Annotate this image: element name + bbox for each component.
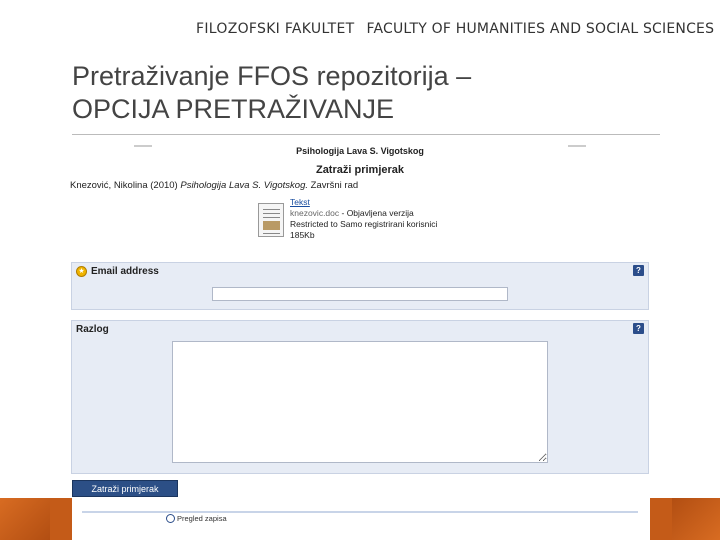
help-icon[interactable]: ? bbox=[633, 323, 644, 334]
repository-screenshot: Psihologija Lava S. Vigotskog Zatraži pr… bbox=[68, 138, 652, 538]
request-copy-button[interactable]: Zatraži primjerak bbox=[72, 480, 178, 497]
footer-divider bbox=[82, 511, 638, 513]
email-field[interactable] bbox=[212, 287, 508, 301]
decorative-corner-right-shade bbox=[672, 498, 720, 540]
view-record-label: Pregled zapisa bbox=[177, 514, 227, 523]
document-link[interactable]: Tekst bbox=[290, 197, 310, 207]
citation-title: Psihologija Lava S. Vigotskog. bbox=[180, 180, 308, 191]
citation-author: Knezović, Nikolina (2010) bbox=[70, 180, 181, 191]
email-panel: ★ Email address ? bbox=[71, 262, 649, 310]
brand-name-english: FACULTY OF HUMANITIES AND SOCIAL SCIENCE… bbox=[366, 21, 715, 37]
reason-panel: Razlog ? bbox=[71, 320, 649, 474]
reason-label: Razlog bbox=[76, 323, 109, 335]
document-info: Tekst knezovic.doc - Objavljena verzija … bbox=[290, 197, 437, 241]
email-label: Email address bbox=[91, 265, 159, 277]
help-icon[interactable]: ? bbox=[633, 265, 644, 276]
faculty-brand-header: FILOZOFSKI FAKULTET FACULTY OF HUMANITIE… bbox=[196, 16, 714, 42]
reason-panel-header: Razlog ? bbox=[72, 321, 648, 337]
required-star-icon: ★ bbox=[76, 265, 87, 277]
slide-title: Pretraživanje FFOS repozitorija – OPCIJA… bbox=[72, 60, 652, 126]
email-panel-header: ★ Email address ? bbox=[72, 263, 648, 279]
magnifier-icon bbox=[166, 514, 175, 523]
document-thumbnail-icon[interactable] bbox=[258, 203, 284, 237]
title-divider bbox=[72, 134, 660, 135]
slide-title-line-1: Pretraživanje FFOS repozitorija – bbox=[72, 61, 472, 91]
repository-record-title: Psihologija Lava S. Vigotskog bbox=[296, 146, 424, 156]
view-record-link[interactable]: Pregled zapisa bbox=[166, 514, 227, 523]
citation-type: Završni rad bbox=[308, 180, 359, 191]
document-version: - Objavljena verzija bbox=[339, 208, 414, 218]
slide-title-line-2: OPCIJA PRETRAŽIVANJE bbox=[72, 94, 395, 124]
document-size: 185Kb bbox=[290, 230, 315, 240]
decorative-corner-left-shade bbox=[0, 498, 50, 540]
citation: Knezović, Nikolina (2010) Psihologija La… bbox=[70, 180, 358, 191]
reason-textarea[interactable] bbox=[172, 341, 548, 463]
brand-name-croatian: FILOZOFSKI FAKULTET bbox=[196, 21, 355, 37]
document-filename: knezovic.doc bbox=[290, 208, 340, 218]
request-copy-heading: Zatraži primjerak bbox=[315, 164, 405, 176]
document-restriction: Restricted to Samo registrirani korisnic… bbox=[290, 219, 438, 229]
